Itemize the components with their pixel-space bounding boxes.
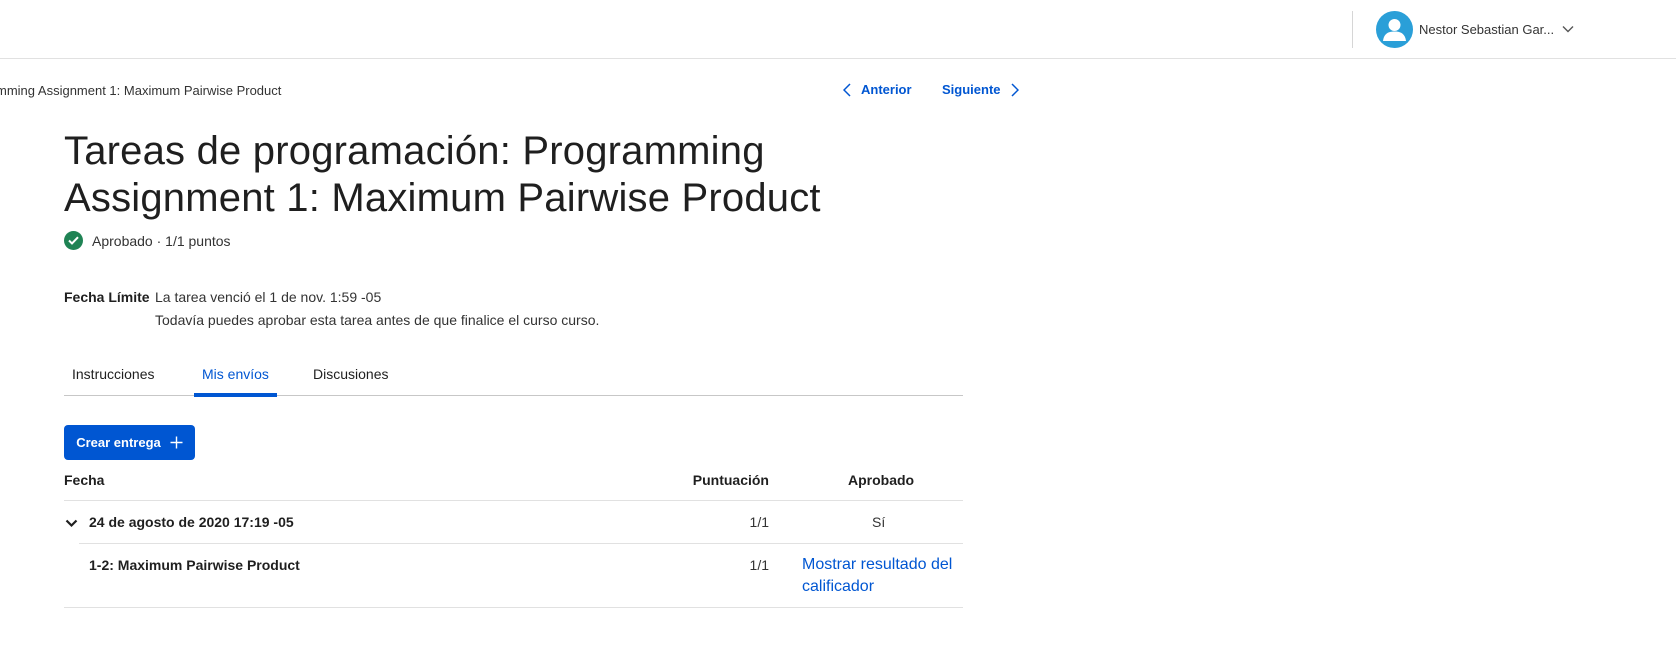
breadcrumb[interactable]: mming Assignment 1: Maximum Pairwise Pro…	[0, 83, 281, 98]
deadline-label: Fecha Límite	[64, 289, 150, 305]
submission-part-row: 1-2: Maximum Pairwise Product 1/1 Mostra…	[64, 544, 963, 607]
header-divider	[1352, 11, 1353, 48]
submission-date: 24 de agosto de 2020 17:19 -05	[89, 514, 294, 530]
column-header-date: Fecha	[64, 472, 105, 488]
plus-icon	[170, 436, 183, 449]
chevron-down-icon[interactable]	[65, 515, 78, 531]
chevron-down-icon	[1562, 25, 1574, 33]
part-name: 1-2: Maximum Pairwise Product	[89, 557, 300, 573]
status-text: Aprobado · 1/1 puntos	[92, 232, 231, 249]
user-avatar-icon	[1376, 10, 1413, 48]
column-header-passed: Aprobado	[848, 472, 915, 488]
tab-discussions[interactable]: Discusiones	[305, 351, 396, 396]
column-header-score: Puntuación	[692, 472, 769, 488]
row-divider	[64, 607, 963, 608]
chevron-left-icon	[843, 82, 851, 97]
next-link[interactable]: Siguiente	[942, 82, 1019, 97]
previous-link[interactable]: Anterior	[843, 82, 912, 97]
tab-my-submissions[interactable]: Mis envíos	[194, 351, 277, 397]
top-header: Nestor Sebastian Gar...	[0, 0, 1676, 59]
chevron-right-icon	[1010, 82, 1019, 97]
user-menu[interactable]: Nestor Sebastian Gar...	[1376, 10, 1574, 48]
tab-instructions[interactable]: Instrucciones	[64, 351, 162, 396]
previous-label: Anterior	[861, 82, 912, 97]
user-name: Nestor Sebastian Gar...	[1419, 21, 1555, 37]
deadline-date: La tarea venció el 1 de nov. 1:59 -05	[155, 289, 382, 305]
show-grader-output-link[interactable]: Mostrar resultado del calificador	[802, 554, 962, 598]
submission-passed: Sí	[872, 514, 886, 530]
check-circle-icon	[64, 231, 83, 250]
deadline-note: Todavía puedes aprobar esta tarea antes …	[155, 312, 600, 328]
next-label: Siguiente	[942, 82, 1001, 97]
create-submission-button[interactable]: Crear entrega	[64, 425, 195, 460]
page-title: Tareas de programación: Programming Assi…	[64, 129, 821, 220]
submission-score: 1/1	[749, 514, 769, 530]
submission-row[interactable]: 24 de agosto de 2020 17:19 -05 1/1 Sí	[64, 501, 963, 543]
tab-bar: Instrucciones Mis envíos Discusiones	[64, 351, 963, 397]
part-score: 1/1	[749, 557, 769, 573]
grade-status: Aprobado · 1/1 puntos	[64, 231, 231, 250]
create-submission-label: Crear entrega	[76, 435, 161, 450]
